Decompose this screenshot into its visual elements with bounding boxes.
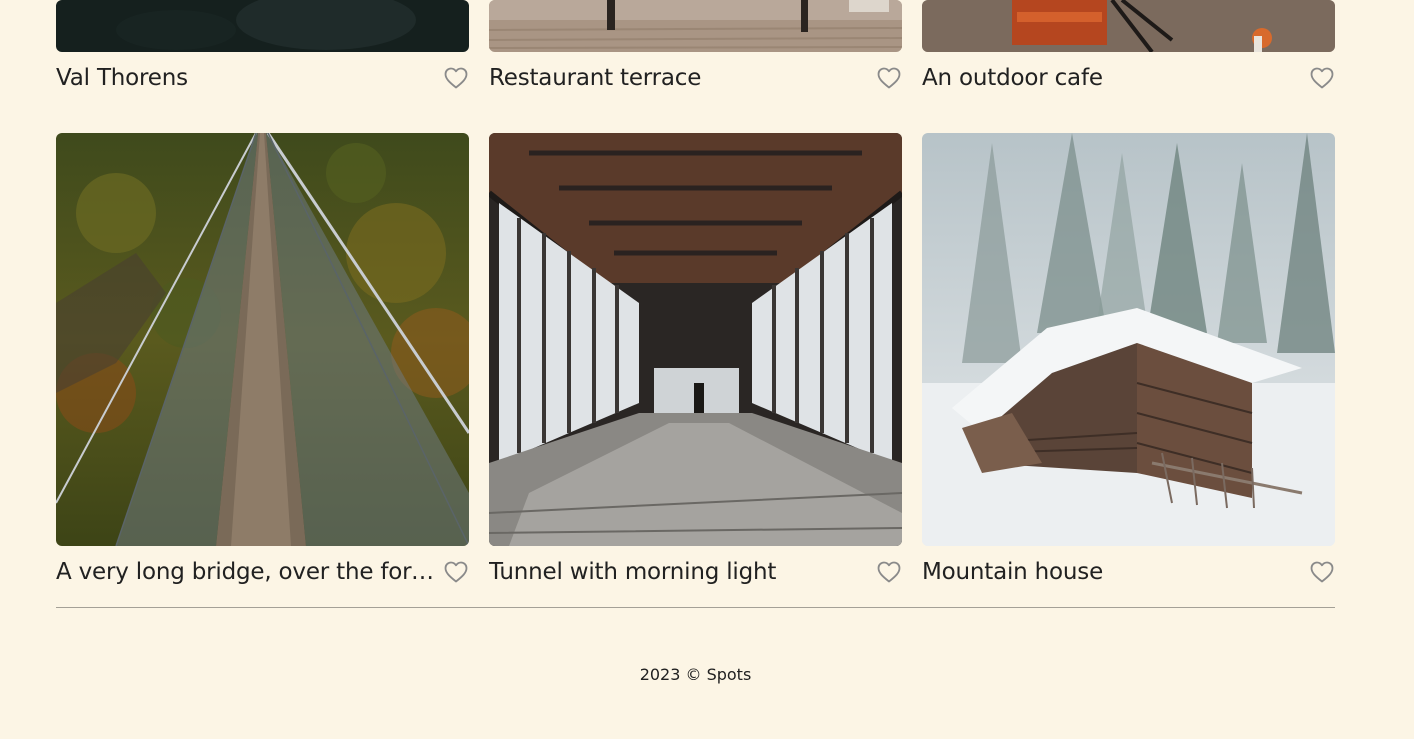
like-button[interactable] bbox=[443, 66, 469, 90]
card: Restaurant terrace bbox=[489, 0, 902, 91]
card-footer: An outdoor cafe bbox=[922, 58, 1335, 98]
mountain-house-image[interactable] bbox=[922, 133, 1335, 546]
restaurant-terrace-image[interactable] bbox=[489, 0, 902, 52]
like-button[interactable] bbox=[876, 560, 902, 584]
heart-outline-icon bbox=[1310, 67, 1334, 89]
like-button[interactable] bbox=[876, 66, 902, 90]
like-button[interactable] bbox=[1309, 560, 1335, 584]
heart-outline-icon bbox=[877, 67, 901, 89]
like-button[interactable] bbox=[1309, 66, 1335, 90]
heart-outline-icon bbox=[444, 67, 468, 89]
card-title: A very long bridge, over the forest and … bbox=[56, 559, 440, 585]
card-title: Restaurant terrace bbox=[489, 65, 702, 91]
heart-outline-icon bbox=[444, 561, 468, 583]
card: Mountain house bbox=[922, 133, 1335, 585]
card-title: Mountain house bbox=[922, 559, 1104, 585]
like-button[interactable] bbox=[443, 560, 469, 584]
long-bridge-image[interactable] bbox=[56, 133, 469, 546]
card-footer: Tunnel with morning light bbox=[489, 552, 902, 592]
card-footer: Restaurant terrace bbox=[489, 58, 902, 98]
val-thorens-image[interactable] bbox=[56, 0, 469, 52]
card-footer: A very long bridge, over the forest and … bbox=[56, 552, 469, 592]
heart-outline-icon bbox=[877, 561, 901, 583]
card-footer: Val Thorens bbox=[56, 58, 469, 98]
card: A very long bridge, over the forest and … bbox=[56, 133, 469, 585]
heart-outline-icon bbox=[1310, 561, 1334, 583]
card-footer: Mountain house bbox=[922, 552, 1335, 592]
footer-divider bbox=[56, 607, 1335, 608]
tunnel-image[interactable] bbox=[489, 133, 902, 546]
card-title: Val Thorens bbox=[56, 65, 188, 91]
card: An outdoor cafe bbox=[922, 0, 1335, 91]
card-title: An outdoor cafe bbox=[922, 65, 1103, 91]
card: Tunnel with morning light bbox=[489, 133, 902, 585]
footer-copyright: 2023 © Spots bbox=[639, 665, 752, 684]
card-title: Tunnel with morning light bbox=[489, 559, 777, 585]
card: Val Thorens bbox=[56, 0, 469, 91]
outdoor-cafe-image[interactable] bbox=[922, 0, 1335, 52]
